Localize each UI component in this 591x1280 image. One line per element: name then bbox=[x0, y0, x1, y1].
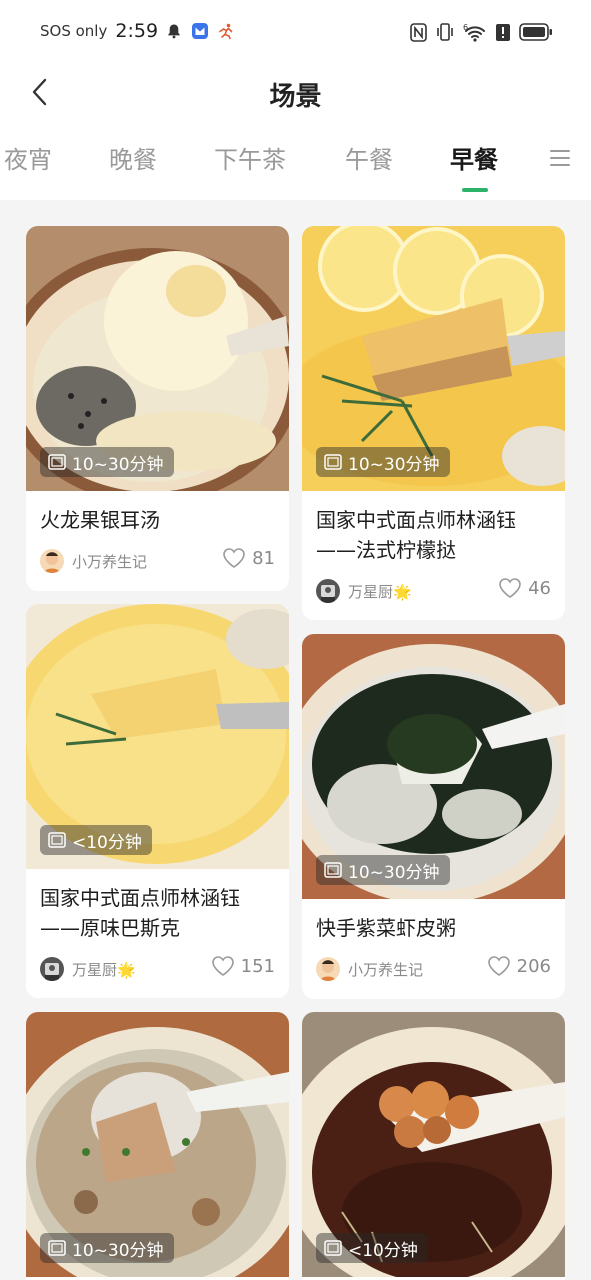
like-count: 81 bbox=[252, 547, 275, 569]
sos-text: SOS only bbox=[40, 22, 108, 40]
recipe-image: 10~30分钟 bbox=[26, 1012, 289, 1277]
card-footer: 万星厨🌟 46 bbox=[302, 571, 565, 615]
tab-breakfast[interactable]: 早餐 bbox=[450, 140, 498, 175]
time-badge: 10~30分钟 bbox=[40, 447, 174, 477]
author-name[interactable]: 小万养生记 bbox=[72, 551, 147, 572]
heart-icon bbox=[499, 578, 521, 598]
like-button[interactable]: 151 bbox=[211, 955, 275, 977]
card-footer: 小万养生记 81 bbox=[26, 541, 289, 585]
recipe-card[interactable]: <10分钟 国家中式面点师林涵钰 ——原味巴斯克 万星厨🌟 151 bbox=[26, 604, 289, 998]
avatar[interactable] bbox=[316, 579, 340, 603]
recipe-title: 国家中式面点师林涵钰 ——法式柠檬挞 bbox=[302, 491, 565, 565]
alert-icon bbox=[495, 23, 511, 46]
page-title: 场景 bbox=[269, 82, 322, 112]
tab-lunch[interactable]: 午餐 bbox=[345, 140, 393, 175]
avatar[interactable] bbox=[40, 549, 64, 573]
card-footer: 万星厨🌟 151 bbox=[26, 949, 289, 993]
title-line: 国家中式面点师林涵钰 bbox=[316, 508, 516, 532]
header: 场景 bbox=[0, 64, 591, 124]
time-badge: 10~30分钟 bbox=[316, 447, 450, 477]
recipe-card[interactable]: 10~30分钟 bbox=[26, 1012, 289, 1280]
recipe-feed[interactable]: 10~30分钟 火龙果银耳汤 小万养生记 81 10~30分钟 国家中式面点师林… bbox=[0, 200, 591, 1280]
timer-icon bbox=[48, 454, 66, 470]
tab-late-night[interactable]: 夜宵 bbox=[4, 140, 52, 175]
recipe-image: <10分钟 bbox=[26, 604, 289, 869]
active-tab-indicator bbox=[462, 188, 488, 192]
recipe-card[interactable]: <10分钟 bbox=[302, 1012, 565, 1280]
time-badge: <10分钟 bbox=[40, 825, 152, 855]
author-name[interactable]: 万星厨🌟 bbox=[348, 581, 412, 602]
title-line: ——法式柠檬挞 bbox=[316, 538, 456, 562]
vibrate-icon bbox=[435, 22, 455, 46]
time-badge: 10~30分钟 bbox=[316, 855, 450, 885]
time-badge: <10分钟 bbox=[316, 1233, 428, 1263]
heart-icon bbox=[211, 956, 234, 976]
recipe-image: 10~30分钟 bbox=[302, 634, 565, 899]
like-button[interactable]: 206 bbox=[487, 955, 551, 977]
time-badge: 10~30分钟 bbox=[40, 1233, 174, 1263]
title-line: 快手紫菜虾皮粥 bbox=[316, 916, 456, 940]
time-text: <10分钟 bbox=[72, 832, 142, 853]
time-text: 10~30分钟 bbox=[72, 1240, 164, 1261]
title-line: 国家中式面点师林涵钰 bbox=[40, 886, 240, 910]
author-name[interactable]: 小万养生记 bbox=[348, 959, 423, 980]
timer-icon bbox=[324, 1240, 342, 1256]
recipe-image: 10~30分钟 bbox=[302, 226, 565, 491]
author-name[interactable]: 万星厨🌟 bbox=[72, 959, 136, 980]
recipe-card[interactable]: 10~30分钟 国家中式面点师林涵钰 ——法式柠檬挞 万星厨🌟 46 bbox=[302, 226, 565, 620]
wifi-icon: 6 bbox=[463, 22, 487, 46]
tab-dinner[interactable]: 晚餐 bbox=[109, 140, 157, 175]
app-notification-icon bbox=[190, 21, 210, 41]
heart-icon bbox=[223, 548, 245, 568]
like-count: 46 bbox=[528, 577, 551, 599]
avatar[interactable] bbox=[40, 957, 64, 981]
clock: 2:59 bbox=[115, 20, 159, 42]
timer-icon bbox=[48, 832, 66, 848]
nfc-icon bbox=[410, 22, 427, 46]
battery-icon bbox=[519, 23, 553, 45]
recipe-image: 10~30分钟 bbox=[26, 226, 289, 491]
like-count: 206 bbox=[516, 955, 551, 977]
timer-icon bbox=[324, 454, 342, 470]
timer-icon bbox=[324, 862, 342, 878]
runner-icon bbox=[216, 21, 236, 41]
title-line: 火龙果银耳汤 bbox=[40, 508, 160, 532]
recipe-title: 快手紫菜虾皮粥 bbox=[302, 899, 565, 943]
category-tabs: 夜宵 晚餐 下午茶 午餐 早餐 bbox=[0, 130, 591, 196]
recipe-title: 国家中式面点师林涵钰 ——原味巴斯克 bbox=[26, 869, 289, 943]
time-text: 10~30分钟 bbox=[72, 454, 164, 475]
status-right: 6 bbox=[410, 22, 553, 46]
recipe-card[interactable]: 10~30分钟 快手紫菜虾皮粥 小万养生记 206 bbox=[302, 634, 565, 999]
card-footer: 小万养生记 206 bbox=[302, 949, 565, 993]
like-count: 151 bbox=[240, 955, 275, 977]
status-left: SOS only 2:59 bbox=[40, 20, 236, 42]
recipe-card[interactable]: 10~30分钟 火龙果银耳汤 小万养生记 81 bbox=[26, 226, 289, 591]
bell-icon bbox=[164, 21, 184, 41]
like-button[interactable]: 81 bbox=[222, 547, 275, 569]
timer-icon bbox=[48, 1240, 66, 1256]
tab-afternoon-tea[interactable]: 下午茶 bbox=[214, 140, 286, 175]
recipe-image: <10分钟 bbox=[302, 1012, 565, 1277]
time-text: 10~30分钟 bbox=[348, 454, 440, 475]
title-line: ——原味巴斯克 bbox=[40, 916, 180, 940]
like-button[interactable]: 46 bbox=[498, 577, 551, 599]
time-text: <10分钟 bbox=[348, 1240, 418, 1261]
menu-icon[interactable] bbox=[549, 148, 571, 168]
avatar[interactable] bbox=[316, 957, 340, 981]
time-text: 10~30分钟 bbox=[348, 862, 440, 883]
status-bar: SOS only 2:59 6 bbox=[0, 0, 591, 64]
heart-icon bbox=[487, 956, 510, 976]
recipe-title: 火龙果银耳汤 bbox=[26, 491, 289, 535]
